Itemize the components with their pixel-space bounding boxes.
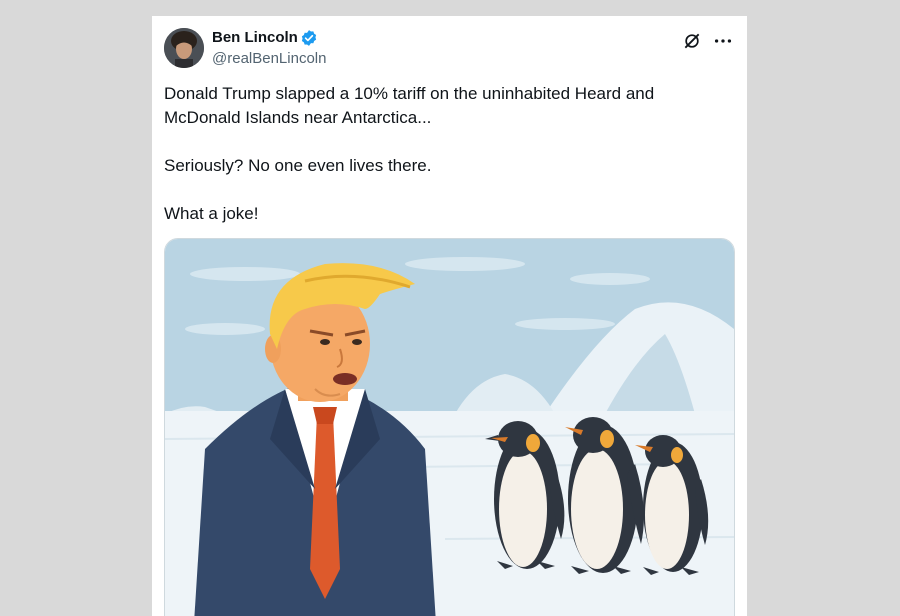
cartoon-image — [165, 239, 734, 616]
tweet-media-image[interactable] — [164, 238, 735, 616]
verified-badge-icon — [301, 30, 317, 46]
author-handle[interactable]: @realBenLincoln — [212, 50, 326, 67]
tweet-text-line: Donald Trump slapped a 10% tariff on the… — [164, 84, 655, 127]
tweet-text: Donald Trump slapped a 10% tariff on the… — [164, 82, 724, 250]
tweet-text-line: What a joke! — [164, 204, 259, 223]
grok-icon[interactable] — [682, 31, 702, 51]
tweet-card[interactable]: Ben Lincoln @realBenLincoln Donald Trump… — [152, 16, 747, 616]
author-avatar[interactable] — [164, 28, 204, 68]
author-display-name[interactable]: Ben Lincoln — [212, 29, 298, 46]
tweet-text-line: Seriously? No one even lives there. — [164, 156, 432, 175]
more-options-icon[interactable] — [712, 31, 734, 51]
